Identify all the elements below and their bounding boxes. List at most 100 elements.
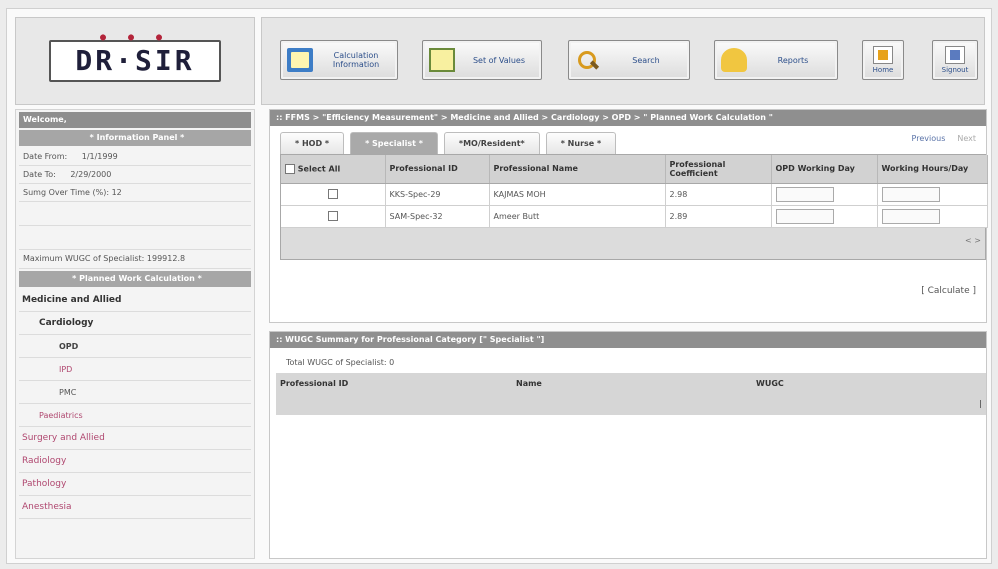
table-row: KKS-Spec-29 KAJMAS MOH 2.98 bbox=[281, 183, 988, 206]
opd-day-cell bbox=[771, 183, 878, 206]
pager: Previous Next bbox=[912, 134, 976, 143]
sidebar-spacer-row bbox=[19, 226, 251, 250]
wugc-summary-grid: Professional ID Name WUGC | bbox=[276, 373, 986, 415]
hours-cell bbox=[877, 183, 988, 206]
calculation-icon bbox=[287, 48, 313, 72]
tree-pathology[interactable]: Pathology bbox=[19, 473, 251, 496]
calculation-information-button[interactable]: Calculation Information bbox=[280, 40, 398, 80]
signout-button[interactable]: Signout bbox=[932, 40, 978, 80]
wugc-summary-title: :: WUGC Summary for Professional Categor… bbox=[270, 332, 986, 348]
select-all-header[interactable]: Select All bbox=[281, 155, 386, 184]
wugc-summary-panel: :: WUGC Summary for Professional Categor… bbox=[269, 331, 987, 559]
row-checkbox[interactable] bbox=[327, 189, 338, 199]
search-button[interactable]: Search bbox=[568, 40, 690, 80]
next-link[interactable]: Next bbox=[957, 134, 976, 143]
col-professional-id: Professional ID bbox=[385, 155, 490, 184]
tree-ipd[interactable]: IPD bbox=[19, 358, 251, 381]
information-panel-header: * Information Panel * bbox=[19, 130, 251, 146]
logo-area: ● ● ● DR·SIR bbox=[15, 17, 255, 105]
working-hours-input[interactable] bbox=[881, 186, 940, 202]
col-professional-id: Professional ID bbox=[280, 379, 349, 388]
previous-link[interactable]: Previous bbox=[912, 134, 946, 143]
signout-label: Signout bbox=[941, 65, 969, 74]
search-icon bbox=[575, 48, 601, 72]
row-checkbox-cell bbox=[281, 205, 386, 228]
col-working-hours: Working Hours/Day bbox=[877, 155, 988, 184]
col-wugc: WUGC bbox=[756, 379, 784, 388]
set-of-values-icon bbox=[429, 48, 455, 72]
search-label: Search bbox=[632, 55, 660, 65]
opd-day-cell bbox=[771, 205, 878, 228]
planned-work-panel: :: FFMS > "Efficiency Measurement" > Med… bbox=[269, 109, 988, 323]
professionals-table: Select All Professional ID Professional … bbox=[281, 155, 988, 228]
tree-opd[interactable]: OPD bbox=[19, 335, 251, 358]
tab-mo-resident[interactable]: *MO/Resident* bbox=[443, 132, 540, 154]
tab-hod[interactable]: * HOD * bbox=[280, 132, 345, 154]
sumg-value: 12 bbox=[111, 188, 122, 197]
logo-text: DR·SIR bbox=[75, 44, 195, 77]
sidebar: Welcome, * Information Panel * Date From… bbox=[15, 109, 255, 559]
date-from-row: Date From: 1/1/1999 bbox=[19, 148, 251, 166]
professional-id-cell: SAM-Spec-32 bbox=[385, 205, 490, 228]
calculate-button[interactable]: [ Calculate ] bbox=[921, 286, 976, 296]
col-professional-name: Professional Name bbox=[489, 155, 666, 184]
category-tabs: * HOD * * Specialist * *MO/Resident* * N… bbox=[280, 132, 622, 154]
opd-working-day-input[interactable] bbox=[775, 186, 834, 202]
col-professional-coefficient: Professional Coefficient bbox=[665, 155, 772, 184]
hours-cell bbox=[877, 205, 988, 228]
professionals-grid: Select All Professional ID Professional … bbox=[280, 154, 988, 260]
signout-icon bbox=[945, 45, 965, 64]
col-name: Name bbox=[516, 379, 542, 388]
tree-anesthesia[interactable]: Anesthesia bbox=[19, 496, 251, 519]
working-hours-input[interactable] bbox=[881, 208, 940, 224]
breadcrumb: :: FFMS > "Efficiency Measurement" > Med… bbox=[270, 110, 986, 126]
tab-nurse[interactable]: * Nurse * bbox=[545, 132, 617, 154]
welcome-bar: Welcome, bbox=[19, 112, 251, 128]
tree-medicine-and-allied[interactable]: Medicine and Allied bbox=[19, 289, 251, 312]
max-wugc-text: Maximum WUGC of Specialist: 199912.8 bbox=[19, 250, 251, 269]
tree-radiology[interactable]: Radiology bbox=[19, 450, 251, 473]
home-icon bbox=[873, 45, 893, 64]
opd-working-day-input[interactable] bbox=[775, 208, 834, 224]
sumg-row: Sumg Over Time (%): 12 bbox=[19, 184, 251, 202]
sumg-label: Sumg Over Time (%): bbox=[23, 188, 110, 197]
date-to-label: Date To: bbox=[23, 170, 56, 179]
set-of-values-label: Set of Values bbox=[472, 55, 526, 65]
total-wugc-text: Total WUGC of Specialist: 0 bbox=[286, 358, 395, 367]
professional-name-cell: Ameer Butt bbox=[489, 205, 666, 228]
row-checkbox[interactable] bbox=[327, 211, 338, 221]
sidebar-spacer-row bbox=[19, 202, 251, 226]
col-opd-working-day: OPD Working Day bbox=[771, 155, 878, 184]
date-from-value: 1/1/1999 bbox=[81, 152, 118, 161]
tree-cardiology[interactable]: Cardiology bbox=[19, 312, 251, 335]
reports-icon bbox=[721, 48, 747, 72]
logo-dots: ● ● ● bbox=[99, 32, 171, 43]
top-toolbar: Calculation Information Set of Values Se… bbox=[261, 17, 985, 105]
reports-button[interactable]: Reports bbox=[714, 40, 838, 80]
tree-paediatrics[interactable]: Paediatrics bbox=[19, 404, 251, 427]
vertical-scrollbar[interactable]: | bbox=[979, 399, 982, 408]
coefficient-cell: 2.89 bbox=[665, 205, 772, 228]
calculation-information-label: Calculation Information bbox=[332, 51, 380, 69]
home-button[interactable]: Home bbox=[862, 40, 904, 80]
date-from-label: Date From: bbox=[23, 152, 68, 161]
table-row: SAM-Spec-32 Ameer Butt 2.89 bbox=[281, 205, 988, 228]
app-frame: ● ● ● DR·SIR Calculation Information Set… bbox=[6, 8, 992, 564]
reports-label: Reports bbox=[777, 55, 809, 65]
planned-work-header: * Planned Work Calculation * bbox=[19, 271, 251, 287]
home-label: Home bbox=[872, 65, 894, 74]
table-header-row: Select All Professional ID Professional … bbox=[281, 155, 988, 184]
coefficient-cell: 2.98 bbox=[665, 183, 772, 206]
row-checkbox-cell bbox=[281, 183, 386, 206]
tree-pmc[interactable]: PMC bbox=[19, 381, 251, 404]
professional-id-cell: KKS-Spec-29 bbox=[385, 183, 490, 206]
tab-specialist[interactable]: * Specialist * bbox=[350, 132, 438, 154]
tree-surgery-and-allied[interactable]: Surgery and Allied bbox=[19, 427, 251, 450]
set-of-values-button[interactable]: Set of Values bbox=[422, 40, 542, 80]
professional-name-cell: KAJMAS MOH bbox=[489, 183, 666, 206]
horizontal-scroll-arrows[interactable]: < > bbox=[965, 236, 981, 245]
select-all-checkbox[interactable] bbox=[285, 163, 295, 174]
date-to-value: 2/29/2000 bbox=[70, 170, 112, 179]
select-all-label: Select All bbox=[297, 164, 341, 174]
date-to-row: Date To: 2/29/2000 bbox=[19, 166, 251, 184]
